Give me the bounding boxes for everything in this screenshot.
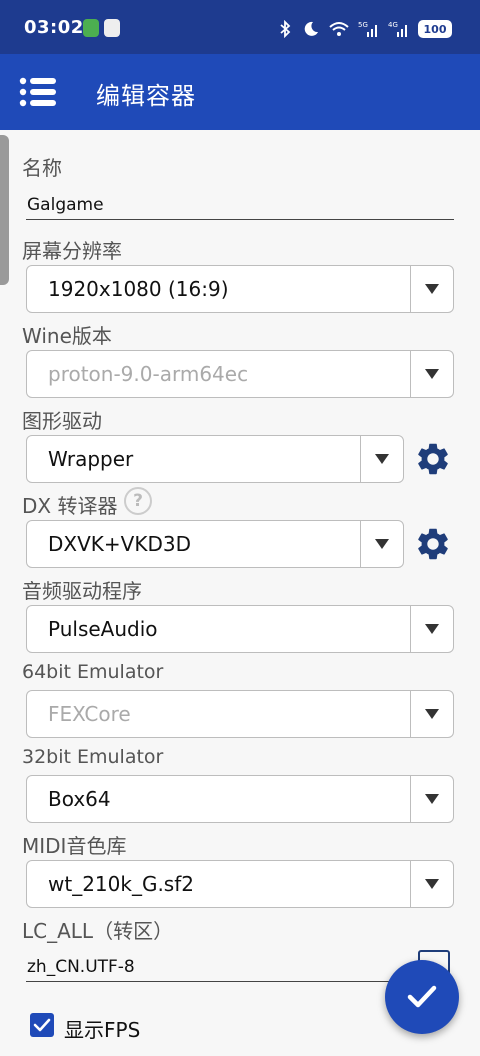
emulator-64bit-label: 64bit Emulator	[22, 661, 164, 683]
gear-icon[interactable]	[414, 440, 452, 478]
signal-5g-icon: 5G	[358, 21, 377, 37]
dropdown-arrow-icon	[375, 454, 389, 464]
lc-all-label: LC_ALL（转区）	[22, 919, 174, 943]
dropdown-arrow-icon	[425, 709, 439, 719]
confirm-button[interactable]	[385, 960, 459, 1034]
app-bar: 编辑容器	[0, 54, 480, 130]
bluetooth-icon	[280, 20, 291, 38]
lc-all-input[interactable]: zh_CN.UTF-8	[26, 956, 406, 982]
midi-soundfont-dropdown[interactable]: wt_210k_G.sf2	[26, 860, 454, 908]
emulator-32bit-label: 32bit Emulator	[22, 746, 164, 768]
name-input[interactable]: Galgame	[26, 194, 454, 220]
show-fps-label: 显示FPS	[64, 1018, 141, 1042]
signal-4g-icon: 4G	[388, 21, 407, 37]
emulator-64bit-dropdown[interactable]: FEXCore	[26, 690, 454, 738]
wine-version-dropdown[interactable]: proton-9.0-arm64ec	[26, 350, 454, 398]
checkmark-icon	[33, 1018, 51, 1032]
dropdown-arrow-icon	[425, 369, 439, 379]
svg-text:4G: 4G	[388, 21, 398, 29]
dx-wrapper-value: DXVK+VKD3D	[48, 532, 191, 556]
gear-icon[interactable]	[414, 525, 452, 563]
graphics-driver-value: Wrapper	[48, 447, 134, 471]
notification-app-icon	[104, 19, 120, 37]
notification-app-icon	[83, 19, 99, 37]
battery-indicator: 100	[418, 20, 452, 38]
drawer-edge-handle[interactable]	[0, 135, 9, 285]
dx-wrapper-label: DX 转译器	[22, 494, 118, 518]
audio-driver-label: 音频驱动程序	[22, 579, 142, 603]
audio-driver-dropdown[interactable]: PulseAudio	[26, 605, 454, 653]
graphics-driver-dropdown[interactable]: Wrapper	[26, 435, 404, 483]
svg-text:5G: 5G	[358, 21, 368, 29]
dropdown-arrow-icon	[375, 539, 389, 549]
wine-version-value: proton-9.0-arm64ec	[48, 362, 249, 386]
status-time: 03:02	[24, 17, 84, 38]
dropdown-arrow-icon	[425, 284, 439, 294]
status-icons: 5G 4G 100	[276, 18, 452, 40]
status-bar: 03:02 5G 4G 100	[0, 0, 480, 54]
resolution-dropdown[interactable]: 1920x1080 (16:9)	[26, 265, 454, 313]
wine-version-label: Wine版本	[22, 324, 112, 348]
show-fps-checkbox[interactable]	[30, 1013, 54, 1037]
dx-wrapper-dropdown[interactable]: DXVK+VKD3D	[26, 520, 404, 568]
emulator-32bit-dropdown[interactable]: Box64	[26, 775, 454, 823]
graphics-driver-label: 图形驱动	[22, 409, 102, 433]
emulator-64bit-value: FEXCore	[48, 702, 131, 726]
audio-driver-value: PulseAudio	[48, 617, 158, 641]
dropdown-arrow-icon	[425, 794, 439, 804]
checkmark-icon	[407, 985, 437, 1008]
page-title: 编辑容器	[96, 82, 196, 110]
name-label: 名称	[22, 156, 62, 180]
resolution-label: 屏幕分辨率	[22, 239, 122, 263]
menu-button[interactable]	[14, 70, 62, 114]
help-icon[interactable]: ?	[124, 487, 152, 515]
resolution-value: 1920x1080 (16:9)	[48, 277, 229, 301]
midi-soundfont-value: wt_210k_G.sf2	[48, 872, 194, 896]
emulator-32bit-value: Box64	[48, 787, 111, 811]
moon-icon	[304, 21, 318, 36]
dropdown-arrow-icon	[425, 624, 439, 634]
dropdown-arrow-icon	[425, 879, 439, 889]
hamburger-menu-icon	[19, 77, 56, 107]
wifi-icon	[329, 22, 349, 36]
midi-soundfont-label: MIDI音色库	[22, 834, 127, 858]
